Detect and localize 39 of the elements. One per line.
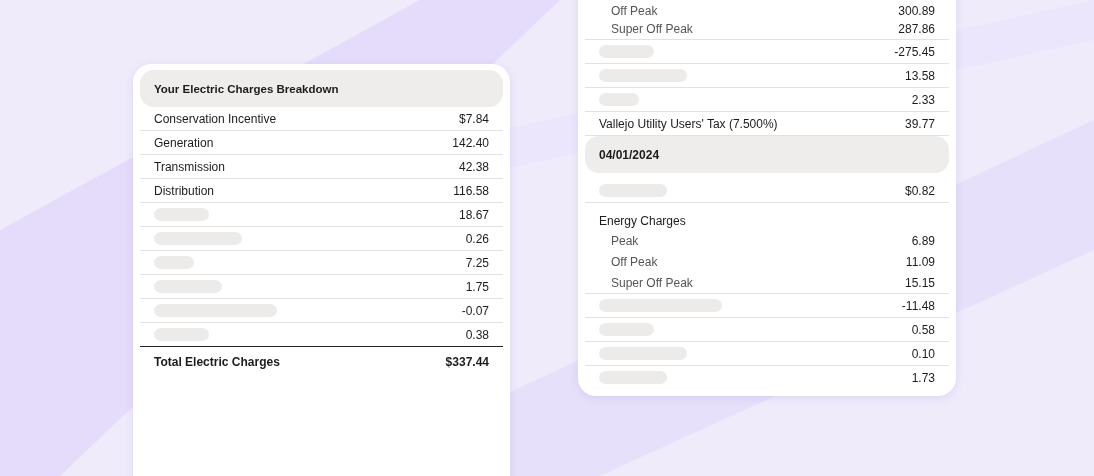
group-label: Energy Charges	[599, 214, 686, 228]
charge-label: Super Off Peak	[611, 22, 693, 36]
charge-label: Conservation Incentive	[154, 111, 277, 126]
charge-amount: 1.75	[465, 279, 489, 294]
charge-amount: 142.40	[452, 135, 489, 150]
charge-amount: -0.07	[461, 303, 489, 318]
charge-amount: 42.38	[458, 159, 489, 174]
charge-label: Off Peak	[611, 255, 658, 269]
charge-amount: 0.26	[465, 231, 489, 246]
charge-amount: 300.89	[898, 4, 935, 18]
charge-label: Peak	[611, 234, 639, 248]
charge-amount: 2.33	[911, 92, 935, 107]
charge-amount: $0.82	[904, 183, 935, 198]
charge-amount: 0.10	[911, 346, 935, 361]
charge-amount: 13.58	[904, 68, 935, 83]
charge-label: Off Peak	[611, 4, 658, 18]
charge-amount: 11.09	[905, 255, 935, 269]
charge-amount: -275.45	[894, 44, 935, 59]
charge-amount: 0.58	[911, 322, 935, 337]
charge-amount: 6.89	[911, 234, 935, 248]
charge-amount: 1.73	[911, 370, 935, 385]
charge-amount: 0.38	[465, 327, 489, 342]
section-header: 04/01/2024	[585, 136, 949, 173]
charge-amount: 18.67	[458, 207, 489, 222]
charge-amount: 15.15	[904, 276, 935, 290]
charge-amount: $7.84	[458, 111, 489, 126]
charge-amount: 116.58	[453, 183, 489, 198]
charge-label: Vallejo Utility Users' Tax (7.500%)	[599, 116, 778, 131]
card-header: Your Electric Charges Breakdown	[140, 70, 503, 107]
charge-label: Distribution	[154, 183, 215, 198]
total-label: Total Electric Charges	[154, 355, 280, 369]
charge-amount: -11.48	[901, 298, 935, 313]
charge-amount: 287.86	[898, 22, 935, 36]
charge-label: Transmission	[154, 159, 225, 174]
charge-amount: 7.25	[465, 255, 489, 270]
charge-amount: 39.77	[904, 116, 935, 131]
charge-label: Generation	[154, 135, 214, 150]
charge-label: Super Off Peak	[611, 276, 693, 290]
charge-amount: $337.44	[445, 355, 489, 369]
